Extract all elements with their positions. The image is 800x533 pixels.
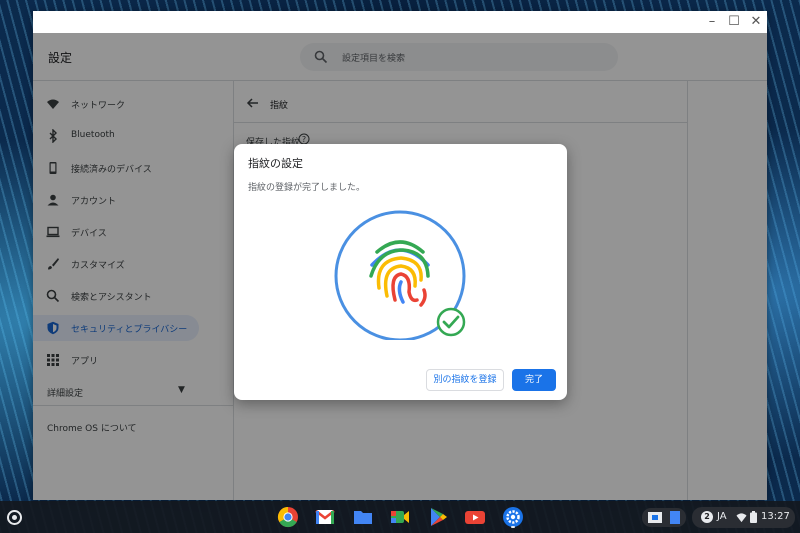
file-icon (670, 511, 680, 524)
running-indicator (511, 526, 515, 528)
ime-indicator: JA (717, 511, 727, 522)
close-icon[interactable]: ✕ (748, 14, 764, 30)
settings-icon[interactable] (502, 506, 524, 528)
screenshot-thumbnail-icon (648, 512, 662, 523)
minimize-icon[interactable]: – (704, 14, 720, 30)
title-bar: – ☐ ✕ (33, 11, 767, 33)
wifi-icon (736, 513, 747, 523)
done-button[interactable]: 完了 (512, 369, 556, 391)
gmail-icon[interactable] (314, 506, 336, 528)
dialog-title: 指紋の設定 (248, 157, 303, 170)
meet-icon[interactable] (389, 506, 411, 528)
fingerprint-icon (334, 210, 466, 340)
fingerprint-setup-dialog: 指紋の設定 指紋の登録が完了しました。 別の指紋を登録 完了 (234, 144, 567, 400)
maximize-icon[interactable]: ☐ (726, 14, 742, 30)
play-store-icon[interactable] (427, 506, 449, 528)
holding-space-tray[interactable] (642, 508, 686, 527)
shelf: 2 JA 13:27 (0, 501, 800, 533)
chrome-icon[interactable] (277, 506, 299, 528)
dialog-message: 指紋の登録が完了しました。 (248, 183, 366, 193)
add-another-fingerprint-button[interactable]: 別の指紋を登録 (426, 369, 504, 391)
youtube-icon[interactable] (464, 506, 486, 528)
files-icon[interactable] (352, 506, 374, 528)
launcher-icon[interactable] (7, 510, 22, 525)
battery-icon (750, 511, 757, 523)
clock: 13:27 (761, 511, 790, 522)
status-tray[interactable]: 2 JA 13:27 (692, 507, 795, 528)
notification-count-badge: 2 (701, 511, 713, 523)
